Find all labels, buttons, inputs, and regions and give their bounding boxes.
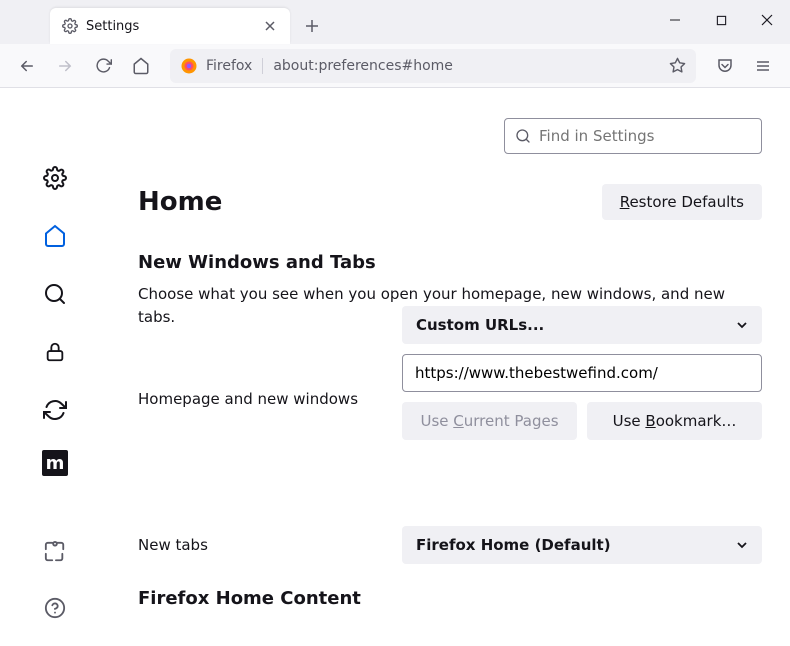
settings-search-input[interactable] — [539, 127, 751, 145]
sidebar-item-extension[interactable]: m — [42, 450, 68, 476]
chevron-down-icon — [736, 319, 748, 331]
reload-button[interactable] — [86, 49, 120, 83]
urlbar-text: about:preferences#home — [273, 58, 659, 74]
homepage-mode-value: Custom URLs... — [416, 316, 544, 334]
close-icon[interactable] — [262, 18, 278, 34]
app-menu-button[interactable] — [746, 49, 780, 83]
section-new-windows-title: New Windows and Tabs — [138, 252, 762, 273]
homepage-mode-select[interactable]: Custom URLs... — [402, 306, 762, 344]
sidebar-item-general[interactable] — [37, 160, 73, 196]
chevron-down-icon — [736, 539, 748, 551]
sidebar-item-privacy[interactable] — [37, 334, 73, 370]
newtabs-mode-select[interactable]: Firefox Home (Default) — [402, 526, 762, 564]
maximize-button[interactable] — [698, 0, 744, 40]
settings-sidebar: m — [0, 88, 110, 646]
section-firefox-home-title: Firefox Home Content — [138, 588, 762, 609]
tab-title: Settings — [86, 19, 254, 34]
restore-defaults-button[interactable]: Restore Defaults — [602, 184, 762, 220]
new-tab-button[interactable] — [296, 10, 328, 42]
url-bar[interactable]: Firefox about:preferences#home — [170, 49, 696, 83]
settings-main: Home Restore Defaults New Windows and Ta… — [110, 88, 790, 646]
gear-icon — [62, 18, 78, 34]
page-title: Home — [138, 187, 222, 217]
sidebar-item-help[interactable] — [37, 590, 73, 626]
newtabs-label: New tabs — [138, 536, 384, 554]
window-controls — [652, 0, 790, 40]
sidebar-item-sync[interactable] — [37, 392, 73, 428]
home-button[interactable] — [124, 49, 158, 83]
back-button[interactable] — [10, 49, 44, 83]
urlbar-label: Firefox — [206, 58, 263, 74]
search-icon — [515, 128, 531, 144]
homepage-label: Homepage and new windows — [138, 390, 384, 408]
use-current-pages-button[interactable]: Use Current Pages — [402, 402, 577, 440]
extension-badge-label: m — [46, 453, 65, 474]
window-titlebar: Settings — [0, 0, 790, 44]
urlbar-identity: Firefox — [180, 57, 263, 75]
forward-button[interactable] — [48, 49, 82, 83]
sidebar-item-extensions[interactable] — [37, 534, 73, 570]
sidebar-item-search[interactable] — [37, 276, 73, 312]
use-bookmark-button[interactable]: Use Bookmark… — [587, 402, 762, 440]
newtabs-mode-value: Firefox Home (Default) — [416, 536, 611, 554]
firefox-logo-icon — [180, 57, 198, 75]
content-area: m Home Restore Defaults New Windows a — [0, 88, 790, 646]
pocket-button[interactable] — [708, 49, 742, 83]
browser-tab[interactable]: Settings — [50, 8, 290, 44]
sidebar-item-home[interactable] — [37, 218, 73, 254]
minimize-button[interactable] — [652, 0, 698, 40]
bookmark-star-icon[interactable] — [669, 57, 686, 74]
browser-toolbar: Firefox about:preferences#home — [0, 44, 790, 88]
close-window-button[interactable] — [744, 0, 790, 40]
homepage-url-input[interactable] — [402, 354, 762, 392]
settings-search-box[interactable] — [504, 118, 762, 154]
